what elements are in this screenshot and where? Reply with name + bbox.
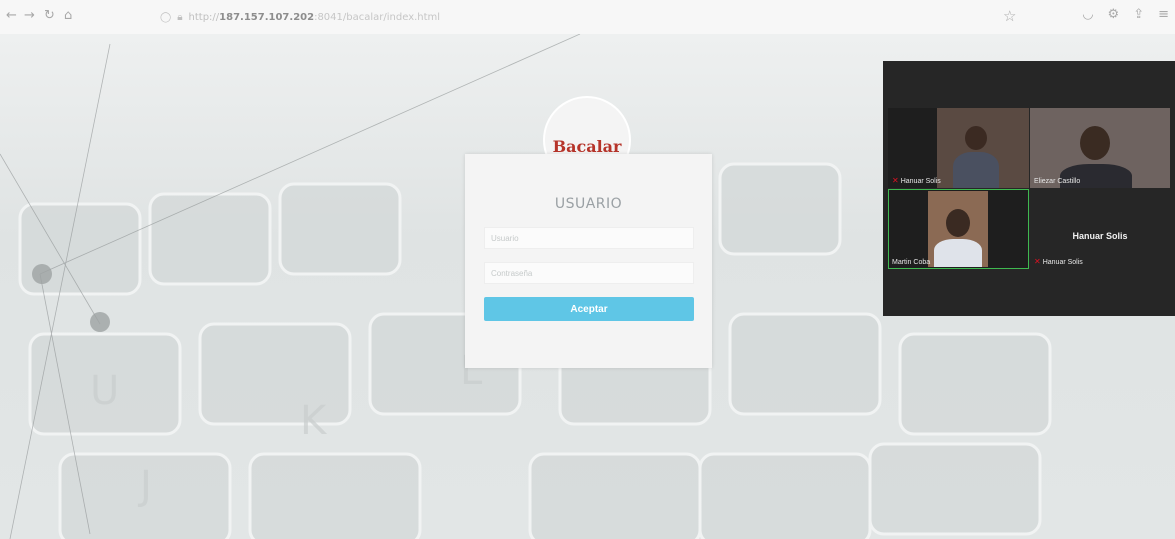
participant-tile-active[interactable]: Martin Coba (888, 189, 1029, 269)
accept-button[interactable]: Aceptar (484, 297, 694, 321)
page-background: U K L J Bacalar municipio USUARIO Acepta… (0, 34, 1175, 539)
bookmark-star-icon[interactable]: ☆ (1003, 7, 1016, 25)
participant-name: Hanuar Solis (1042, 259, 1083, 266)
url-host: 187.157.107.202 (219, 11, 315, 23)
mic-muted-icon: ✕ (1034, 257, 1041, 266)
username-input[interactable] (484, 227, 694, 249)
back-arrow-icon[interactable]: ← (6, 8, 17, 23)
participant-name: Martin Coba (892, 259, 931, 266)
logo-word: Bacalar (552, 137, 622, 156)
camera-feed (937, 108, 1029, 188)
participant-body (953, 152, 999, 188)
participant-face (1080, 126, 1110, 160)
svg-text:U: U (90, 368, 119, 414)
mic-muted-icon: ✕ (892, 176, 899, 185)
forward-arrow-icon[interactable]: → (24, 8, 35, 23)
login-title: USUARIO (554, 196, 623, 212)
browser-toolbar: ← → ↻ ⌂ ◯ 🔒︎ http://187.157.107.202:8041… (0, 0, 1175, 34)
home-icon[interactable]: ⌂ (64, 8, 72, 23)
menu-icon[interactable]: ≡ (1158, 7, 1169, 22)
participant-name: Eliezar Castillo (1034, 178, 1081, 185)
lock-icon: 🔒︎ (177, 11, 183, 23)
participant-tile[interactable]: ✕ Hanuar Solis (888, 108, 1029, 188)
participant-avatar-name: Hanuar Solis (1072, 231, 1128, 241)
extensions-icon[interactable]: ⚙ (1108, 7, 1120, 22)
svg-text:J: J (137, 463, 152, 509)
reload-icon[interactable]: ↻ (44, 8, 55, 23)
address-bar[interactable]: ◯ 🔒︎ http://187.157.107.202:8041/bacalar… (160, 8, 580, 26)
password-input[interactable] (484, 262, 694, 284)
participant-tile[interactable]: Hanuar Solis ✕ Hanuar Solis (1030, 189, 1170, 269)
url-scheme: http:// (188, 11, 220, 23)
share-icon[interactable]: ⇪ (1133, 7, 1144, 22)
video-call-window[interactable]: ✕ Hanuar Solis Eliezar Castillo Martin Co… (883, 61, 1175, 316)
login-card: USUARIO Aceptar (465, 154, 712, 368)
shield-icon: ◯ (160, 11, 172, 23)
camera-feed (928, 191, 988, 267)
participant-tile[interactable]: Eliezar Castillo (1030, 108, 1170, 188)
participant-face (946, 209, 970, 237)
pocket-icon[interactable]: ◡ (1082, 7, 1093, 22)
participant-face (965, 126, 987, 150)
svg-text:K: K (300, 398, 328, 444)
url-path: :8041/bacalar/index.html (314, 11, 441, 23)
participant-name: Hanuar Solis (900, 178, 941, 185)
participant-body (934, 239, 982, 267)
